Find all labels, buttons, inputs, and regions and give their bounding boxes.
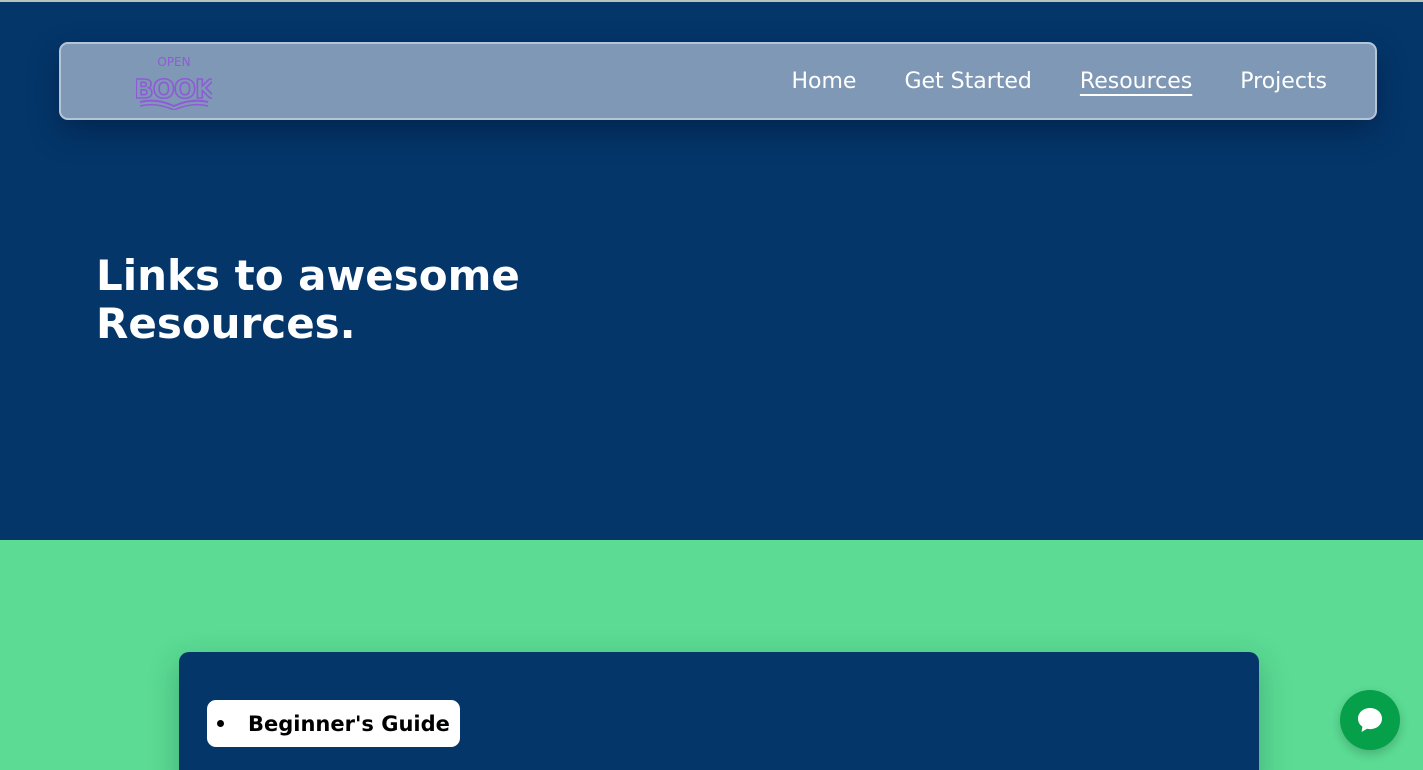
resources-card: Beginner's Guide bbox=[179, 652, 1259, 770]
bullet-icon bbox=[217, 720, 224, 727]
chat-button[interactable] bbox=[1340, 690, 1400, 750]
resource-item-beginners-guide[interactable]: Beginner's Guide bbox=[207, 700, 460, 747]
hero-title-line2: Resources. bbox=[96, 299, 356, 348]
navbar: OPEN BOOK Home Get Started Resources Pro… bbox=[59, 42, 1377, 120]
hero-title-line1: Links to awesome bbox=[96, 251, 520, 300]
logo-icon[interactable]: OPEN BOOK bbox=[136, 54, 212, 110]
logo-text-top: OPEN bbox=[157, 55, 190, 69]
nav-link-home[interactable]: Home bbox=[791, 69, 856, 94]
nav-link-resources[interactable]: Resources bbox=[1080, 69, 1192, 94]
nav-link-get-started[interactable]: Get Started bbox=[904, 69, 1031, 94]
chat-bubble-icon bbox=[1358, 708, 1382, 732]
nav-links: Home Get Started Resources Projects bbox=[791, 44, 1327, 118]
hero-title: Links to awesome Resources. bbox=[96, 252, 616, 348]
nav-link-projects[interactable]: Projects bbox=[1240, 69, 1327, 94]
resource-item-label: Beginner's Guide bbox=[248, 711, 450, 736]
